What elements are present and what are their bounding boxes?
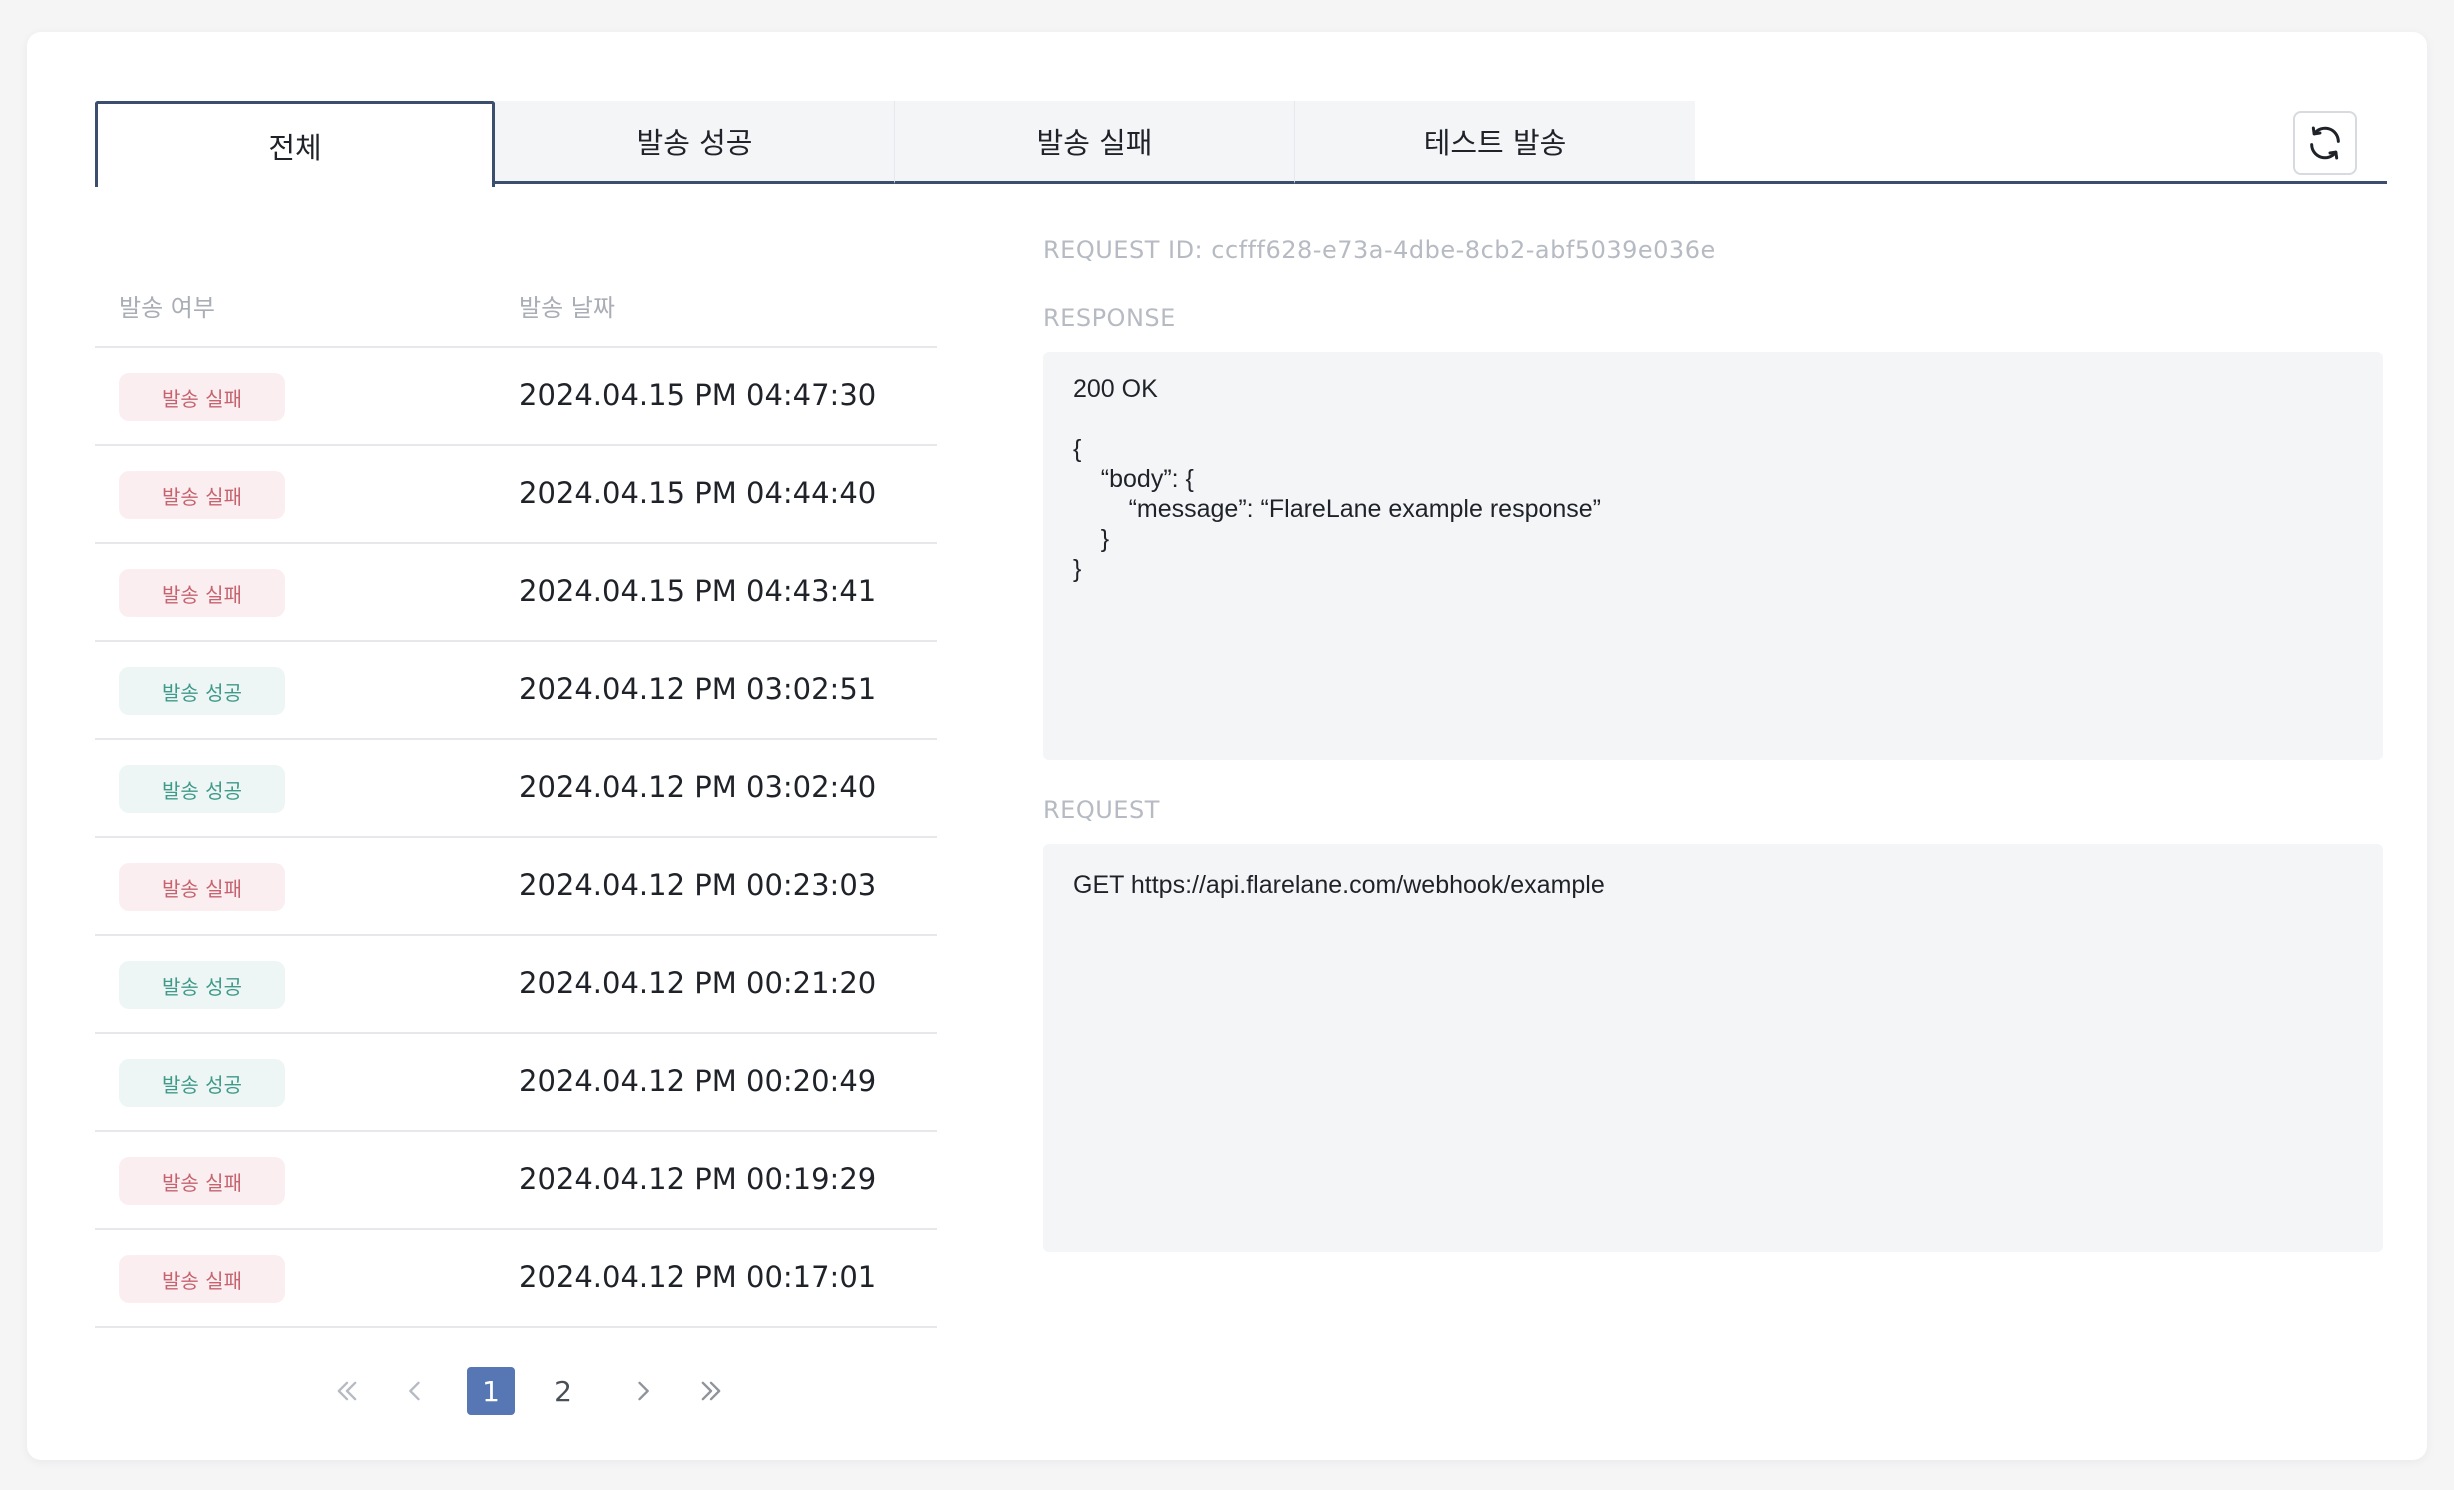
status-badge: 발송 성공 [119,765,285,813]
request-body: GET https://api.flarelane.com/webhook/ex… [1043,844,2383,1252]
tab-all[interactable]: 전체 [95,101,495,187]
table-row[interactable]: 발송 성공 2024.04.12 PM 00:20:49 [95,1034,937,1132]
table-body: 발송 실패 2024.04.15 PM 04:47:30 발송 실패 2024.04.… [95,348,937,1328]
request-label: REQUEST [1043,796,1160,824]
sent-date: 2024.04.15 PM 04:47:30 [519,378,877,412]
pagination: 1 2 [27,1366,1007,1416]
status-badge: 발송 실패 [119,1255,285,1303]
table-row[interactable]: 발송 성공 2024.04.12 PM 00:21:20 [95,936,937,1034]
table-row[interactable]: 발송 실패 2024.04.15 PM 04:43:41 [95,544,937,642]
webhook-log-card: 전체 발송 성공 발송 실패 테스트 발송 발송 여부 발송 날짜 발송 실패 2… [27,32,2427,1460]
log-table: 발송 여부 발송 날짜 발송 실패 2024.04.15 PM 04:47:30 발… [95,240,937,1328]
status-badge: 발송 성공 [119,961,285,1009]
table-row[interactable]: 발송 실패 2024.04.15 PM 04:47:30 [95,348,937,446]
sent-date: 2024.04.12 PM 00:21:20 [519,966,877,1000]
sent-date: 2024.04.12 PM 00:17:01 [519,1260,877,1294]
table-header: 발송 여부 발송 날짜 [95,240,937,348]
table-row[interactable]: 발송 실패 2024.04.12 PM 00:17:01 [95,1230,937,1328]
table-row[interactable]: 발송 실패 2024.04.15 PM 04:44:40 [95,446,937,544]
table-row[interactable]: 발송 성공 2024.04.12 PM 03:02:51 [95,642,937,740]
prev-page-icon[interactable] [395,1366,435,1416]
status-badge: 발송 성공 [119,667,285,715]
status-badge: 발송 실패 [119,373,285,421]
next-page-icon[interactable] [623,1366,663,1416]
table-row[interactable]: 발송 성공 2024.04.12 PM 03:02:40 [95,740,937,838]
header-date: 발송 날짜 [519,294,615,322]
response-body: 200 OK { “body”: { “message”: “FlareLane… [1043,352,2383,760]
first-page-icon[interactable] [327,1366,367,1416]
header-status: 발송 여부 [119,294,215,322]
sent-date: 2024.04.12 PM 00:20:49 [519,1064,877,1098]
tab-bar: 전체 발송 성공 발송 실패 테스트 발송 [95,101,2387,187]
refresh-button[interactable] [2293,111,2357,175]
sent-date: 2024.04.12 PM 03:02:40 [519,770,877,804]
status-badge: 발송 실패 [119,1157,285,1205]
sent-date: 2024.04.15 PM 04:44:40 [519,476,877,510]
tab-success[interactable]: 발송 성공 [495,101,895,184]
status-badge: 발송 실패 [119,471,285,519]
table-row[interactable]: 발송 실패 2024.04.12 PM 00:23:03 [95,838,937,936]
tab-failed[interactable]: 발송 실패 [895,101,1295,184]
sent-date: 2024.04.12 PM 03:02:51 [519,672,877,706]
sent-date: 2024.04.15 PM 04:43:41 [519,574,877,608]
table-row[interactable]: 발송 실패 2024.04.12 PM 00:19:29 [95,1132,937,1230]
tab-test[interactable]: 테스트 발송 [1295,101,1695,184]
last-page-icon[interactable] [691,1366,731,1416]
status-badge: 발송 실패 [119,863,285,911]
response-label: RESPONSE [1043,304,1176,332]
page-2-button[interactable]: 2 [539,1366,587,1416]
refresh-icon [2310,126,2340,160]
page-1-button[interactable]: 1 [467,1367,515,1415]
request-id: REQUEST ID: ccfff628-e73a-4dbe-8cb2-abf5… [1043,236,1716,264]
status-badge: 발송 성공 [119,1059,285,1107]
status-badge: 발송 실패 [119,569,285,617]
sent-date: 2024.04.12 PM 00:19:29 [519,1162,877,1196]
sent-date: 2024.04.12 PM 00:23:03 [519,868,877,902]
